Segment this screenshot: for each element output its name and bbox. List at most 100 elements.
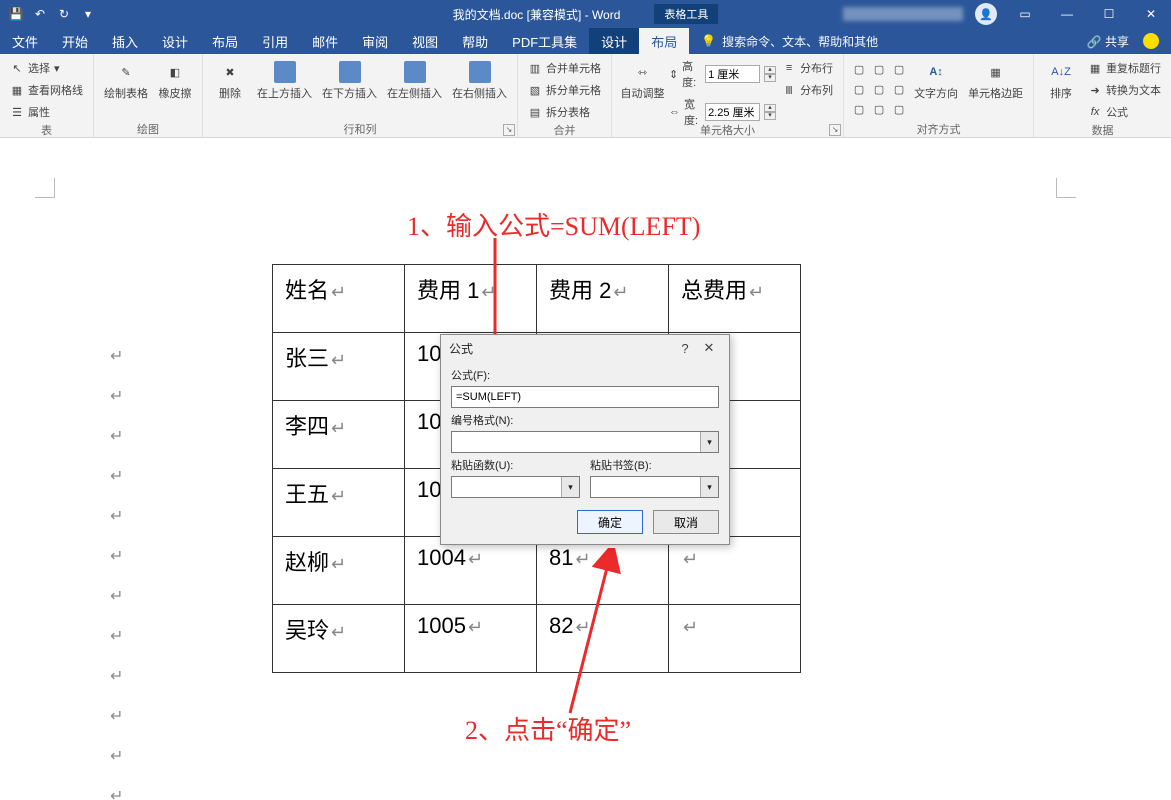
- align-mr-button[interactable]: ▢: [890, 80, 908, 98]
- feedback-smile-icon[interactable]: [1143, 33, 1159, 49]
- insert-below-button[interactable]: 在下方插入: [318, 56, 381, 103]
- cell-r5c2[interactable]: 1005↵: [405, 605, 537, 673]
- tab-table-layout[interactable]: 布局: [639, 28, 689, 54]
- tab-view[interactable]: 视图: [400, 28, 450, 54]
- cell-r5c3[interactable]: 82↵: [537, 605, 669, 673]
- cell-header-1[interactable]: 姓名↵: [273, 265, 405, 333]
- number-format-combo[interactable]: ▾: [451, 431, 719, 453]
- align-br-button[interactable]: ▢: [890, 100, 908, 118]
- formula-button[interactable]: fx公式: [1084, 102, 1165, 122]
- tab-file[interactable]: 文件: [0, 28, 50, 54]
- close-icon[interactable]: ✕: [1131, 0, 1171, 28]
- select-button[interactable]: ↖选择 ▾: [6, 58, 87, 78]
- group-data: A↓Z排序 ▦重复标题行 ➜转换为文本 fx公式 数据: [1034, 54, 1171, 137]
- align-mc-button[interactable]: ▢: [870, 80, 888, 98]
- height-down[interactable]: ▾: [764, 74, 776, 82]
- cell-margins-button[interactable]: ▦单元格边距: [964, 56, 1027, 103]
- tab-review[interactable]: 审阅: [350, 28, 400, 54]
- width-down[interactable]: ▾: [764, 112, 776, 120]
- annotation-step-2: 2、点击“确定”: [465, 710, 631, 747]
- cell-header-3[interactable]: 费用 2↵: [537, 265, 669, 333]
- align-bl-button[interactable]: ▢: [850, 100, 868, 118]
- chevron-down-icon[interactable]: ▾: [700, 432, 718, 452]
- properties-button[interactable]: ☰属性: [6, 102, 87, 122]
- cellsize-launcher[interactable]: ↘: [829, 124, 841, 136]
- split-cells-button[interactable]: ▧拆分单元格: [524, 80, 605, 100]
- tab-pdf[interactable]: PDF工具集: [500, 28, 589, 54]
- repeat-header-icon: ▦: [1088, 61, 1102, 75]
- minimize-icon[interactable]: —: [1047, 0, 1087, 28]
- delete-button[interactable]: ✖删除: [209, 56, 251, 103]
- dialog-close-button[interactable]: ✕: [697, 340, 721, 356]
- convert-text-button[interactable]: ➜转换为文本: [1084, 80, 1165, 100]
- dialog-help-button[interactable]: ?: [673, 341, 697, 356]
- document-canvas[interactable]: ↵↵↵ ↵↵↵ ↵↵↵ ↵↵↵ ↵↵↵ 姓名↵ 费用 1↵ 费用 2↵ 总费用↵…: [0, 138, 1171, 800]
- cell-r4c2[interactable]: 1004↵: [405, 537, 537, 605]
- tab-insert[interactable]: 插入: [100, 28, 150, 54]
- insert-above-button[interactable]: 在上方插入: [253, 56, 316, 103]
- cell-r5c1[interactable]: 吴玲↵: [273, 605, 405, 673]
- tab-design[interactable]: 设计: [150, 28, 200, 54]
- cell-header-2[interactable]: 费用 1↵: [405, 265, 537, 333]
- eraser-button[interactable]: ◧橡皮擦: [154, 56, 196, 103]
- split-table-button[interactable]: ▤拆分表格: [524, 102, 605, 122]
- align-ml-button[interactable]: ▢: [850, 80, 868, 98]
- tab-layout[interactable]: 布局: [200, 28, 250, 54]
- undo-icon[interactable]: ↶: [30, 4, 50, 24]
- autofit-button[interactable]: ⇿自动调整: [618, 56, 667, 103]
- width-up[interactable]: ▴: [764, 104, 776, 112]
- tab-mailings[interactable]: 邮件: [300, 28, 350, 54]
- cell-r2c1[interactable]: 李四↵: [273, 401, 405, 469]
- chevron-down-icon[interactable]: ▾: [700, 477, 718, 497]
- draw-table-button[interactable]: ✎绘制表格: [100, 56, 152, 103]
- ok-button[interactable]: 确定: [577, 510, 643, 534]
- text-direction-button[interactable]: A↕文字方向: [910, 56, 962, 103]
- qat-customize-icon[interactable]: ▾: [78, 4, 98, 24]
- tab-table-design[interactable]: 设计: [589, 28, 639, 54]
- height-input[interactable]: [705, 65, 760, 83]
- cell-r5c4[interactable]: ↵: [669, 605, 801, 673]
- insert-left-button[interactable]: 在左侧插入: [383, 56, 446, 103]
- col-width-icon: ⇔: [669, 106, 680, 118]
- cell-r4c4[interactable]: ↵: [669, 537, 801, 605]
- dialog-titlebar[interactable]: 公式 ? ✕: [441, 335, 729, 361]
- view-gridlines-button[interactable]: ▦查看网格线: [6, 80, 87, 100]
- formula-input[interactable]: [451, 386, 719, 408]
- tab-home[interactable]: 开始: [50, 28, 100, 54]
- distribute-cols-button[interactable]: Ⅲ分布列: [778, 80, 837, 100]
- share-button[interactable]: 🔗 共享: [1087, 33, 1129, 50]
- rows-cols-launcher[interactable]: ↘: [503, 124, 515, 136]
- formula-icon: fx: [1088, 105, 1102, 119]
- width-input[interactable]: [705, 103, 760, 121]
- tab-references[interactable]: 引用: [250, 28, 300, 54]
- ribbon-options-icon[interactable]: ▭: [1005, 0, 1045, 28]
- distribute-rows-button[interactable]: ≡分布行: [778, 58, 837, 78]
- save-icon[interactable]: 💾: [6, 4, 26, 24]
- repeat-header-button[interactable]: ▦重复标题行: [1084, 58, 1165, 78]
- user-avatar[interactable]: 👤: [975, 3, 997, 25]
- cell-r1c1[interactable]: 张三↵: [273, 333, 405, 401]
- cell-header-4[interactable]: 总费用↵: [669, 265, 801, 333]
- sort-button[interactable]: A↓Z排序: [1040, 56, 1082, 103]
- paste-function-combo[interactable]: ▾: [451, 476, 580, 498]
- height-up[interactable]: ▴: [764, 66, 776, 74]
- cancel-button[interactable]: 取消: [653, 510, 719, 534]
- cell-r4c1[interactable]: 赵柳↵: [273, 537, 405, 605]
- merge-cells-button[interactable]: ▥合并单元格: [524, 58, 605, 78]
- chevron-down-icon[interactable]: ▾: [561, 477, 579, 497]
- cell-r4c3[interactable]: 81↵: [537, 537, 669, 605]
- maximize-icon[interactable]: ☐: [1089, 0, 1129, 28]
- align-bc-button[interactable]: ▢: [870, 100, 888, 118]
- align-tl-button[interactable]: ▢: [850, 60, 868, 78]
- group-table: ↖选择 ▾ ▦查看网格线 ☰属性 表: [0, 54, 94, 137]
- redo-icon[interactable]: ↻: [54, 4, 74, 24]
- lightbulb-icon: 💡: [701, 34, 716, 48]
- cell-r3c1[interactable]: 王五↵: [273, 469, 405, 537]
- insert-right-button[interactable]: 在右侧插入: [448, 56, 511, 103]
- paste-bookmark-combo[interactable]: ▾: [590, 476, 719, 498]
- group-rows-cols: ✖删除 在上方插入 在下方插入 在左侧插入 在右侧插入 行和列 ↘: [203, 54, 518, 137]
- align-tr-button[interactable]: ▢: [890, 60, 908, 78]
- tab-help[interactable]: 帮助: [450, 28, 500, 54]
- tell-me-search[interactable]: 💡 搜索命令、文本、帮助和其他: [701, 33, 878, 50]
- align-tc-button[interactable]: ▢: [870, 60, 888, 78]
